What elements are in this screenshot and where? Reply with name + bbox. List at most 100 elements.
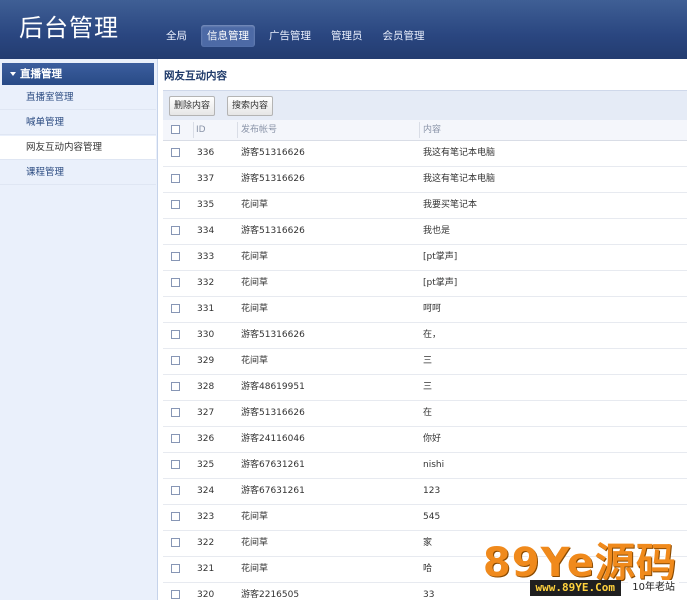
row-checkbox[interactable] <box>171 512 180 521</box>
caret-down-icon <box>10 72 16 76</box>
table-row[interactable]: 326 游客24116046 你好 <box>163 426 687 453</box>
cell-account: 游客51316626 <box>241 226 305 236</box>
cell-account: 游客24116046 <box>241 434 305 444</box>
row-checkbox[interactable] <box>171 408 180 417</box>
cell-id: 335 <box>197 200 215 210</box>
cell-content: 我要买笔记本 <box>423 200 478 210</box>
row-checkbox[interactable] <box>171 460 180 469</box>
cell-id: 325 <box>197 460 215 470</box>
cell-content: [pt掌声] <box>423 252 458 262</box>
table-row[interactable]: 332 花间草 [pt掌声] <box>163 270 687 297</box>
sidebar-item-interaction-content[interactable]: 网友互动内容管理 <box>0 136 156 160</box>
cell-content: 在， <box>423 330 442 340</box>
table-row[interactable]: 322 花间草 家 <box>163 530 687 557</box>
main-panel: 网友互动内容 删除内容 搜索内容 ID 发布帐号 内容 336 游客5131662… <box>157 59 687 600</box>
cell-content: 呵呵 <box>423 304 442 314</box>
table-row[interactable]: 335 花间草 我要买笔记本 <box>163 192 687 219</box>
cell-content: 33 <box>423 590 435 600</box>
table-row[interactable]: 320 游客2216505 33 <box>163 582 687 608</box>
cell-id: 334 <box>197 226 215 236</box>
cell-content: 家 <box>423 538 433 548</box>
row-checkbox[interactable] <box>171 200 180 209</box>
cell-content: 545 <box>423 512 441 522</box>
row-checkbox[interactable] <box>171 590 180 599</box>
table-row[interactable]: 325 游客67631261 nishi <box>163 452 687 479</box>
cell-content: [pt掌声] <box>423 278 458 288</box>
cell-id: 332 <box>197 278 215 288</box>
row-checkbox[interactable] <box>171 330 180 339</box>
sidebar-section-header[interactable]: 直播管理 <box>2 63 154 85</box>
search-content-button[interactable]: 搜索内容 <box>227 96 274 116</box>
cell-account: 花间草 <box>241 512 269 522</box>
cell-content: 我这有笔记本电脑 <box>423 174 496 184</box>
row-checkbox[interactable] <box>171 174 180 183</box>
app-title: 后台管理 <box>19 14 119 42</box>
toolbar: 删除内容 搜索内容 <box>163 90 687 120</box>
sidebar-item-courses[interactable]: 课程管理 <box>0 161 156 185</box>
delete-content-button[interactable]: 删除内容 <box>169 96 216 116</box>
top-nav-tabs: 全局 信息管理 广告管理 管理员 会员管理 <box>160 25 439 47</box>
tab-ad-management[interactable]: 广告管理 <box>263 25 317 47</box>
sidebar-section-label: 直播管理 <box>20 68 62 80</box>
tab-info-management[interactable]: 信息管理 <box>201 25 255 47</box>
page-title: 网友互动内容 <box>164 70 227 82</box>
cell-content: 三 <box>423 356 433 366</box>
table-row[interactable]: 327 游客51316626 在 <box>163 400 687 427</box>
column-header-id[interactable]: ID <box>196 120 206 140</box>
row-checkbox[interactable] <box>171 226 180 235</box>
cell-id: 326 <box>197 434 215 444</box>
row-checkbox[interactable] <box>171 252 180 261</box>
table-row[interactable]: 323 花间草 545 <box>163 504 687 531</box>
row-checkbox[interactable] <box>171 148 180 157</box>
cell-id: 336 <box>197 148 215 158</box>
cell-account: 花间草 <box>241 252 269 262</box>
select-all-checkbox[interactable] <box>171 125 180 134</box>
row-checkbox[interactable] <box>171 538 180 547</box>
cell-account: 游客67631261 <box>241 460 305 470</box>
table-row[interactable]: 321 花间草 哈 <box>163 556 687 583</box>
sidebar-item-live-room[interactable]: 直播室管理 <box>0 86 156 110</box>
row-checkbox[interactable] <box>171 278 180 287</box>
tab-admin[interactable]: 管理员 <box>325 25 369 47</box>
cell-content: 你好 <box>423 434 442 444</box>
column-divider <box>419 122 420 138</box>
cell-account: 花间草 <box>241 304 269 314</box>
cell-account: 花间草 <box>241 538 269 548</box>
table-row[interactable]: 329 花间草 三 <box>163 348 687 375</box>
table-row[interactable]: 330 游客51316626 在， <box>163 322 687 349</box>
sidebar-item-call-orders[interactable]: 喊单管理 <box>0 111 156 135</box>
tab-member-management[interactable]: 会员管理 <box>377 25 431 47</box>
cell-id: 322 <box>197 538 215 548</box>
table-row[interactable]: 324 游客67631261 123 <box>163 478 687 505</box>
row-checkbox[interactable] <box>171 356 180 365</box>
column-header-account[interactable]: 发布帐号 <box>241 120 277 140</box>
cell-id: 327 <box>197 408 215 418</box>
row-checkbox[interactable] <box>171 382 180 391</box>
cell-id: 321 <box>197 564 215 574</box>
table-row[interactable]: 328 游客48619951 三 <box>163 374 687 401</box>
table-row[interactable]: 337 游客51316626 我这有笔记本电脑 <box>163 166 687 193</box>
tab-global[interactable]: 全局 <box>160 25 193 47</box>
cell-account: 花间草 <box>241 564 269 574</box>
cell-account: 游客48619951 <box>241 382 305 392</box>
table-row[interactable]: 333 花间草 [pt掌声] <box>163 244 687 271</box>
row-checkbox[interactable] <box>171 486 180 495</box>
cell-account: 游客2216505 <box>241 590 300 600</box>
table-row[interactable]: 331 花间草 呵呵 <box>163 296 687 323</box>
row-checkbox[interactable] <box>171 434 180 443</box>
cell-content: 我这有笔记本电脑 <box>423 148 496 158</box>
cell-content: nishi <box>423 460 445 470</box>
cell-id: 337 <box>197 174 215 184</box>
column-header-content[interactable]: 内容 <box>423 120 441 140</box>
cell-id: 324 <box>197 486 215 496</box>
row-checkbox[interactable] <box>171 304 180 313</box>
cell-account: 花间草 <box>241 200 269 210</box>
cell-id: 328 <box>197 382 215 392</box>
top-header: 后台管理 全局 信息管理 广告管理 管理员 会员管理 <box>0 0 687 59</box>
table-row[interactable]: 334 游客51316626 我也是 <box>163 218 687 245</box>
row-checkbox[interactable] <box>171 564 180 573</box>
cell-content: 在 <box>423 408 433 418</box>
table-row[interactable]: 336 游客51316626 我这有笔记本电脑 <box>163 140 687 167</box>
column-divider <box>237 122 238 138</box>
cell-account: 花间草 <box>241 278 269 288</box>
